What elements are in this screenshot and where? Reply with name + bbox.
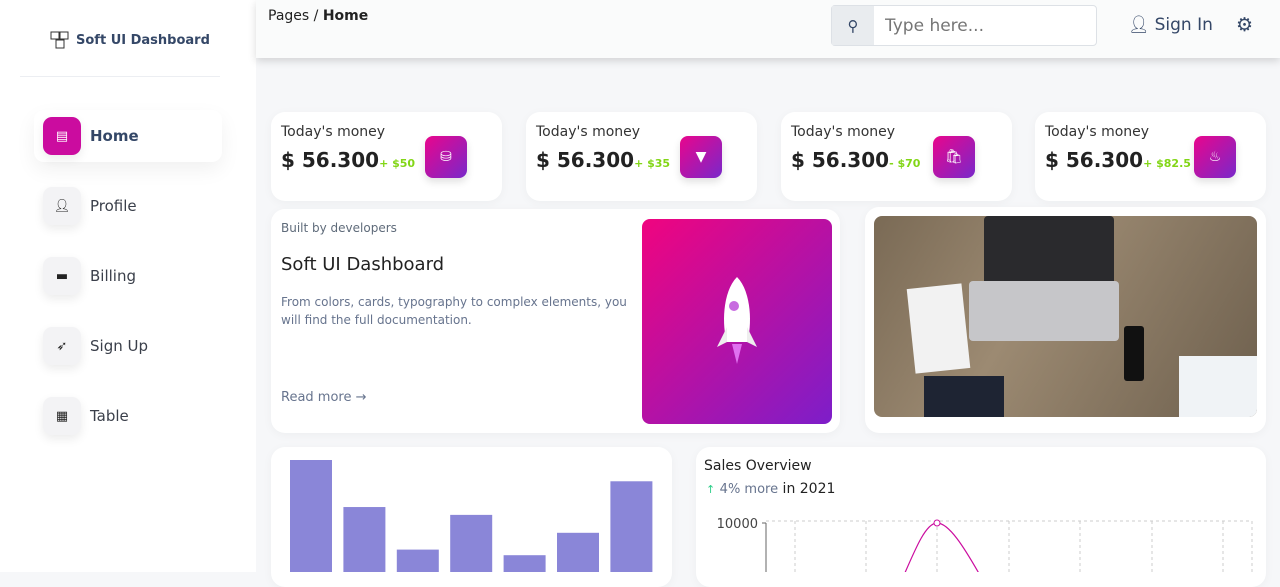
stat-change: + $50 xyxy=(379,157,416,170)
sidebar-item-label: Home xyxy=(90,127,139,145)
brand[interactable]: Soft UI Dashboard xyxy=(50,30,210,50)
stat-value: $ 56.300- $70 xyxy=(791,148,921,172)
breadcrumb: Pages / Home xyxy=(268,8,368,24)
sidebar-item-label: Table xyxy=(90,407,129,425)
sidebar-item-home[interactable]: ▤ Home xyxy=(34,110,222,162)
brand-name: Soft UI Dashboard xyxy=(76,32,210,48)
desk-photo xyxy=(874,216,1257,417)
stat-label: Today's money xyxy=(536,124,641,140)
read-more-link[interactable]: Read more → xyxy=(281,390,367,405)
promo-card: Built by developers Soft UI Dashboard Fr… xyxy=(271,209,840,433)
sidebar-item-label: Profile xyxy=(90,197,137,215)
credit-card-icon: ▬ xyxy=(43,257,81,295)
shop-icon: ▤ xyxy=(43,117,81,155)
promo-title: Soft UI Dashboard xyxy=(281,254,445,275)
stat-label: Today's money xyxy=(281,124,386,140)
sidebar-item-billing[interactable]: ▬ Billing xyxy=(34,250,222,302)
table-icon: ▦ xyxy=(43,397,81,435)
breadcrumb-separator: / xyxy=(309,8,323,24)
rocket-icon xyxy=(717,276,757,364)
coins-icon: ⛁ xyxy=(425,136,467,178)
user-icon: 👤︎ xyxy=(43,187,81,225)
bar xyxy=(290,460,332,572)
sidebar-item-table[interactable]: ▦ Table xyxy=(34,390,222,442)
sidebar: Soft UI Dashboard ▤ Home 👤︎ Profile ▬ Billi… xyxy=(0,0,256,572)
sidebar-item-sign-up[interactable]: ➶ Sign Up xyxy=(34,320,222,372)
logo-icon xyxy=(50,31,69,49)
bar xyxy=(396,549,439,572)
top-navbar: Pages / Home ⚲ 👤︎Sign In ⚙ xyxy=(256,0,1280,58)
bar xyxy=(503,555,546,572)
stat-label: Today's money xyxy=(791,124,896,140)
bar xyxy=(557,532,599,572)
bar xyxy=(343,507,386,572)
sign-in-link[interactable]: 👤︎ Sign In xyxy=(1128,15,1213,35)
breadcrumb-parent[interactable]: Pages xyxy=(268,8,309,24)
shopify-icon: 🛍︎ xyxy=(933,136,975,178)
sign-in-label: Sign In xyxy=(1154,15,1213,35)
search-box: ⚲ xyxy=(831,5,1097,46)
image-card xyxy=(865,207,1266,433)
promo-kicker: Built by developers xyxy=(281,221,397,235)
sidebar-item-profile[interactable]: 👤︎ Profile xyxy=(34,180,222,232)
wifi-icon: ▼ xyxy=(680,136,722,178)
divider xyxy=(20,76,220,77)
sidebar-item-label: Billing xyxy=(90,267,136,285)
sales-overview-card: Sales Overview ↑ 4% more in 2021 10000 xyxy=(696,447,1266,587)
bar xyxy=(450,514,493,572)
stat-change: - $70 xyxy=(889,157,921,170)
stat-value: $ 56.300+ $35 xyxy=(536,148,671,172)
breadcrumb-current: Home xyxy=(322,8,369,24)
rocket-icon: ➶ xyxy=(43,327,81,365)
fire-icon: ♨ xyxy=(1194,136,1236,178)
line-chart: 10000 xyxy=(717,517,1253,572)
stat-value: $ 56.300+ $50 xyxy=(281,148,416,172)
bar-chart xyxy=(290,460,653,572)
stat-card: Today's money $ 56.300+ $35 ▼ xyxy=(526,112,757,201)
promo-text: From colors, cards, typography to comple… xyxy=(281,295,627,327)
search-input[interactable] xyxy=(874,6,1094,45)
gear-icon[interactable]: ⚙ xyxy=(1236,14,1253,36)
stat-card: Today's money $ 56.300+ $82.5 ♨ xyxy=(1035,112,1266,201)
stat-change: + $35 xyxy=(634,157,671,170)
stat-card: Today's money $ 56.300- $70 🛍︎ xyxy=(781,112,1012,201)
y-tick-label: 10000 xyxy=(717,517,758,532)
sidebar-item-label: Sign Up xyxy=(90,337,148,355)
stat-label: Today's money xyxy=(1045,124,1150,140)
stat-change: + $82.5 xyxy=(1143,157,1191,170)
user-icon: 👤︎ xyxy=(1128,15,1150,35)
data-point xyxy=(933,519,941,527)
bar xyxy=(610,481,653,572)
stat-value: $ 56.300+ $82.5 xyxy=(1045,148,1191,172)
search-icon[interactable]: ⚲ xyxy=(832,6,874,45)
bar-chart-card xyxy=(271,447,672,587)
series-line xyxy=(904,522,979,572)
stat-card: Today's money $ 56.300+ $50 ⛁ xyxy=(271,112,502,201)
rocket-illustration xyxy=(642,219,832,424)
